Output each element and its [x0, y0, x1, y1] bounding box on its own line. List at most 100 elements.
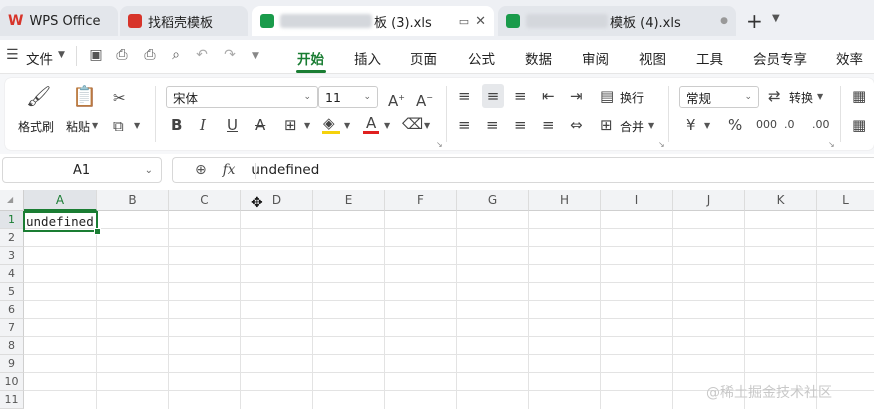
- menu-page[interactable]: 页面: [410, 48, 437, 68]
- decrease-indent-icon[interactable]: ⇤: [542, 88, 555, 104]
- tab-list-chevron-icon[interactable]: ▼: [772, 13, 780, 24]
- paste-button[interactable]: 粘贴: [66, 118, 90, 135]
- more-chevron-icon[interactable]: ▼: [252, 51, 259, 61]
- merge-chevron-icon[interactable]: ▼: [648, 121, 654, 130]
- row-header-3[interactable]: 3: [0, 247, 24, 265]
- eraser-chevron-icon[interactable]: ▼: [424, 121, 430, 130]
- font-color-chevron-icon[interactable]: ▼: [384, 121, 390, 130]
- column-header-c[interactable]: C: [169, 190, 241, 211]
- alignment-dialog-launcher-icon[interactable]: ↘: [658, 140, 665, 149]
- cell-a1[interactable]: undefined: [23, 211, 98, 232]
- font-dialog-launcher-icon[interactable]: ↘: [436, 140, 443, 149]
- undo-icon[interactable]: ↶: [194, 47, 210, 63]
- column-header-i[interactable]: I: [601, 190, 673, 211]
- convert-button[interactable]: 转换: [789, 89, 813, 106]
- row-header-10[interactable]: 10: [0, 373, 24, 391]
- menu-member[interactable]: 会员专享: [753, 48, 807, 68]
- window-icon[interactable]: ▭: [459, 15, 469, 28]
- row-header-7[interactable]: 7: [0, 319, 24, 337]
- tab-docer-templates[interactable]: 找稻壳模板: [120, 6, 248, 36]
- convert-icon[interactable]: ⇄: [768, 88, 781, 104]
- decrease-font-icon[interactable]: A−: [416, 90, 433, 109]
- format-painter-icon[interactable]: 🖌: [26, 86, 51, 106]
- conditional-format-icon[interactable]: ▦: [852, 88, 866, 104]
- italic-icon[interactable]: I: [200, 117, 206, 133]
- borders-chevron-icon[interactable]: ▼: [304, 121, 310, 130]
- row-header-4[interactable]: 4: [0, 265, 24, 283]
- menu-view[interactable]: 视图: [639, 48, 666, 68]
- tab-wps-office[interactable]: W WPS Office: [0, 6, 118, 36]
- column-header-k[interactable]: K: [745, 190, 817, 211]
- fx-icon[interactable]: fx: [223, 162, 236, 178]
- borders-icon[interactable]: ⊞: [284, 117, 297, 133]
- font-size-select[interactable]: 11 ⌄: [318, 86, 378, 108]
- tab-template-3[interactable]: 板 (3).xls ▭ ✕: [252, 6, 494, 36]
- select-all-corner[interactable]: ◢: [0, 190, 24, 211]
- row-header-1[interactable]: 1: [0, 211, 24, 229]
- align-right-icon[interactable]: ≡: [514, 117, 527, 133]
- fill-color-icon[interactable]: ◈: [323, 115, 335, 131]
- column-header-g[interactable]: G: [457, 190, 529, 211]
- formula-input[interactable]: undefined: [251, 162, 319, 178]
- column-header-f[interactable]: F: [385, 190, 457, 211]
- thousands-separator-icon[interactable]: 000: [756, 117, 777, 133]
- row-header-6[interactable]: 6: [0, 301, 24, 319]
- justify-icon[interactable]: ≡: [542, 117, 555, 133]
- menu-efficiency[interactable]: 效率: [836, 48, 863, 68]
- strikethrough-icon[interactable]: A: [255, 117, 265, 133]
- name-box[interactable]: A1 ⌄: [2, 157, 162, 183]
- font-color-icon[interactable]: A: [366, 115, 376, 131]
- copy-chevron-icon[interactable]: ▼: [134, 121, 140, 130]
- column-header-a[interactable]: A: [24, 190, 97, 211]
- hamburger-icon[interactable]: ☰: [6, 47, 22, 63]
- column-header-h[interactable]: H: [529, 190, 601, 211]
- export-pdf-icon[interactable]: ⎙: [114, 47, 130, 63]
- eraser-icon[interactable]: ⌫: [402, 116, 423, 132]
- increase-font-icon[interactable]: A+: [388, 90, 405, 109]
- print-preview-icon[interactable]: ⌕: [168, 47, 184, 63]
- fill-chevron-icon[interactable]: ▼: [344, 121, 350, 130]
- menu-home[interactable]: 开始: [297, 48, 324, 68]
- redo-icon[interactable]: ↷: [222, 47, 238, 63]
- save-icon[interactable]: ▣: [88, 47, 104, 63]
- menu-insert[interactable]: 插入: [354, 48, 381, 68]
- align-center-icon[interactable]: ≡: [486, 117, 499, 133]
- align-middle-icon[interactable]: ≡: [482, 84, 504, 108]
- bold-icon[interactable]: B: [171, 117, 182, 133]
- align-top-icon[interactable]: ≡: [458, 88, 471, 104]
- number-format-select[interactable]: 常规 ⌄: [679, 86, 759, 108]
- print-icon[interactable]: ⎙: [142, 47, 158, 63]
- number-dialog-launcher-icon[interactable]: ↘: [828, 140, 835, 149]
- currency-chevron-icon[interactable]: ▼: [704, 121, 710, 130]
- merge-icon[interactable]: ⊞: [600, 117, 613, 133]
- convert-chevron-icon[interactable]: ▼: [817, 92, 823, 101]
- paste-chevron-icon[interactable]: ▼: [92, 121, 98, 130]
- column-header-b[interactable]: B: [97, 190, 169, 211]
- underline-icon[interactable]: U: [227, 117, 238, 133]
- menu-review[interactable]: 审阅: [582, 48, 609, 68]
- menu-formula[interactable]: 公式: [468, 48, 495, 68]
- menu-data[interactable]: 数据: [525, 48, 552, 68]
- wrap-text-icon[interactable]: ▤: [600, 88, 614, 104]
- row-header-11[interactable]: 11: [0, 391, 24, 409]
- column-header-l[interactable]: L: [817, 190, 874, 211]
- table-style-icon[interactable]: ▦: [852, 117, 866, 133]
- align-left-icon[interactable]: ≡: [458, 117, 471, 133]
- row-header-5[interactable]: 5: [0, 283, 24, 301]
- row-header-9[interactable]: 9: [0, 355, 24, 373]
- column-header-j[interactable]: J: [673, 190, 745, 211]
- tab-template-4[interactable]: 模板 (4).xls ●: [498, 6, 736, 36]
- copy-icon[interactable]: ⧉: [113, 118, 124, 134]
- menu-tools[interactable]: 工具: [696, 48, 723, 68]
- currency-icon[interactable]: ¥: [686, 117, 696, 133]
- format-painter-button[interactable]: 格式刷: [18, 118, 54, 135]
- cut-icon[interactable]: ✂: [113, 90, 126, 106]
- percent-icon[interactable]: %: [728, 117, 742, 133]
- merge-button[interactable]: 合并: [620, 118, 644, 135]
- row-header-8[interactable]: 8: [0, 337, 24, 355]
- new-tab-plus-icon[interactable]: +: [746, 9, 763, 33]
- fill-handle[interactable]: [94, 228, 101, 235]
- distributed-icon[interactable]: ⇔: [570, 117, 583, 133]
- decrease-decimal-icon[interactable]: .00: [812, 117, 830, 133]
- menu-file[interactable]: 文件: [26, 48, 53, 68]
